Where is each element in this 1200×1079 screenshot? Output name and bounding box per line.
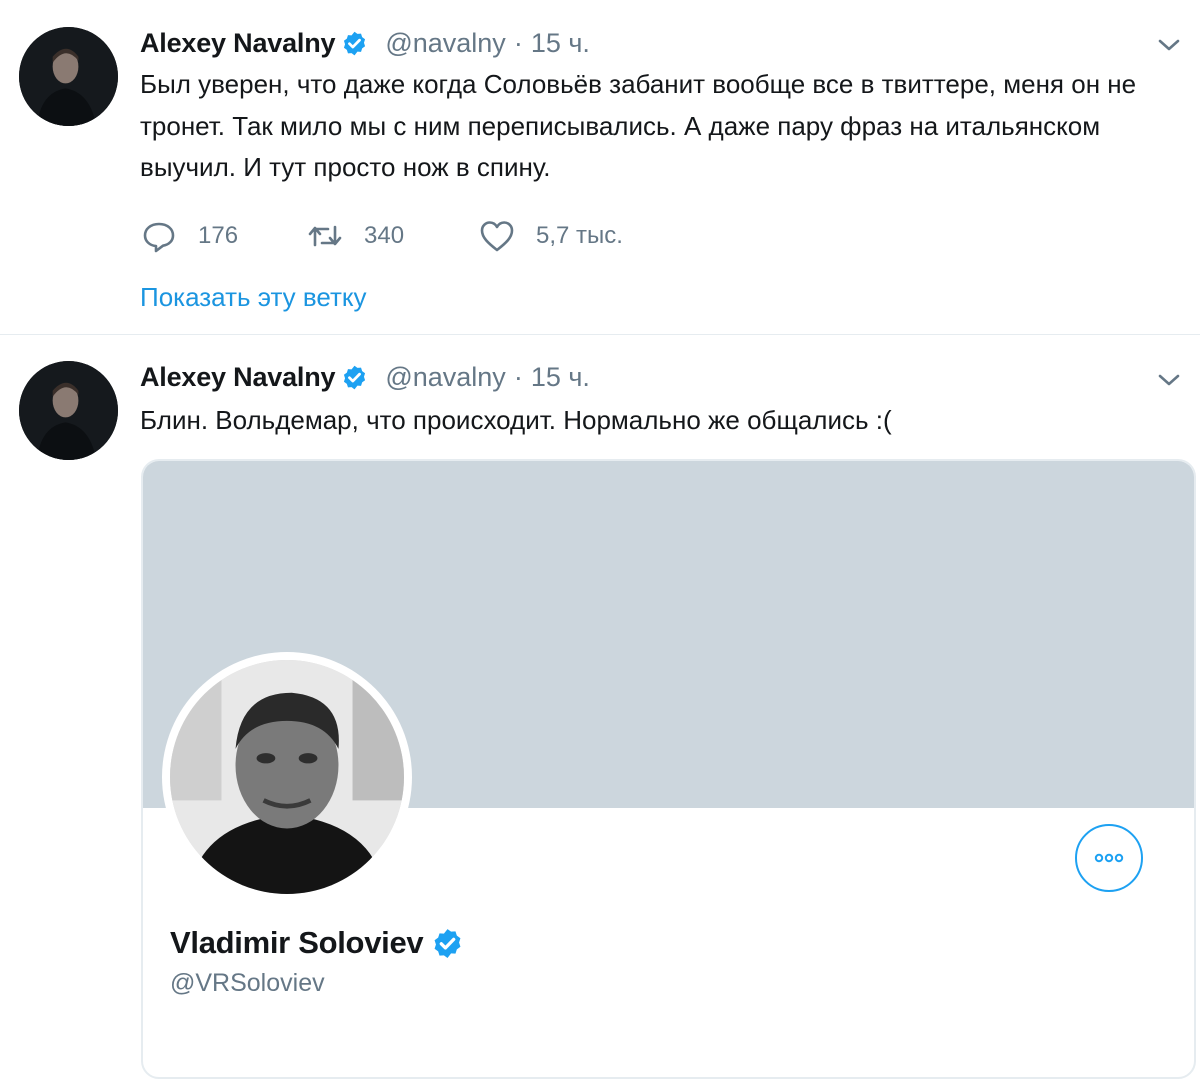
chevron-down-icon[interactable] (1154, 365, 1184, 395)
separator-dot: · (513, 361, 523, 392)
author-name[interactable]: Alexey Navalny (140, 28, 336, 59)
verified-badge-icon (431, 927, 464, 960)
tweet-text: Блин. Вольдемар, что происходит. Нормаль… (140, 405, 892, 435)
reply-count: 176 (198, 222, 239, 249)
tweet-text: Был уверен, что даже когда Соловьёв заба… (140, 69, 1137, 182)
retweet-button[interactable]: 340 (306, 217, 478, 255)
profile-handle[interactable]: @VRSoloviev (170, 969, 325, 998)
author-avatar[interactable] (19, 27, 118, 126)
reply-button[interactable]: 176 (140, 217, 306, 255)
avatar-photo (19, 361, 118, 460)
tweet[interactable]: Alexey Navalny @navalny · 15 ч. Блин. Во… (0, 335, 1200, 1079)
separator-dot: · (513, 27, 523, 58)
author-name[interactable]: Alexey Navalny (140, 362, 336, 393)
more-options-icon (1094, 853, 1124, 863)
show-thread-link[interactable]: Показать эту ветку (140, 282, 367, 313)
profile-avatar[interactable] (162, 652, 412, 902)
like-count: 5,7 тыс. (536, 222, 623, 249)
author-handle[interactable]: @navalny (385, 362, 505, 393)
profile-name[interactable]: Vladimir Soloviev (170, 925, 424, 961)
tweet-actions: 176 340 5,7 тыс. (140, 216, 623, 256)
heart-icon (478, 217, 516, 255)
author-avatar[interactable] (19, 361, 118, 460)
like-button[interactable]: 5,7 тыс. (478, 217, 623, 255)
tweet-header: Alexey Navalny @navalny · 15 ч. (140, 360, 590, 394)
reply-icon (140, 217, 178, 255)
avatar-photo (19, 27, 118, 126)
profile-name-row: Vladimir Soloviev (170, 925, 464, 961)
verified-badge-icon (341, 364, 368, 391)
tweet[interactable]: Alexey Navalny @navalny · 15 ч. Был увер… (0, 0, 1200, 334)
verified-badge-icon (341, 30, 368, 57)
chevron-down-icon[interactable] (1154, 30, 1184, 60)
retweet-icon (306, 217, 344, 255)
profile-photo (170, 660, 404, 894)
tweet-header: Alexey Navalny @navalny · 15 ч. (140, 26, 590, 60)
more-options-button[interactable] (1075, 824, 1143, 892)
retweet-count: 340 (364, 222, 405, 249)
author-handle[interactable]: @navalny (385, 28, 505, 59)
tweet-timestamp[interactable]: 15 ч. (531, 28, 590, 59)
profile-card[interactable]: Vladimir Soloviev @VRSoloviev (141, 459, 1196, 1079)
tweet-timestamp[interactable]: 15 ч. (531, 362, 590, 393)
